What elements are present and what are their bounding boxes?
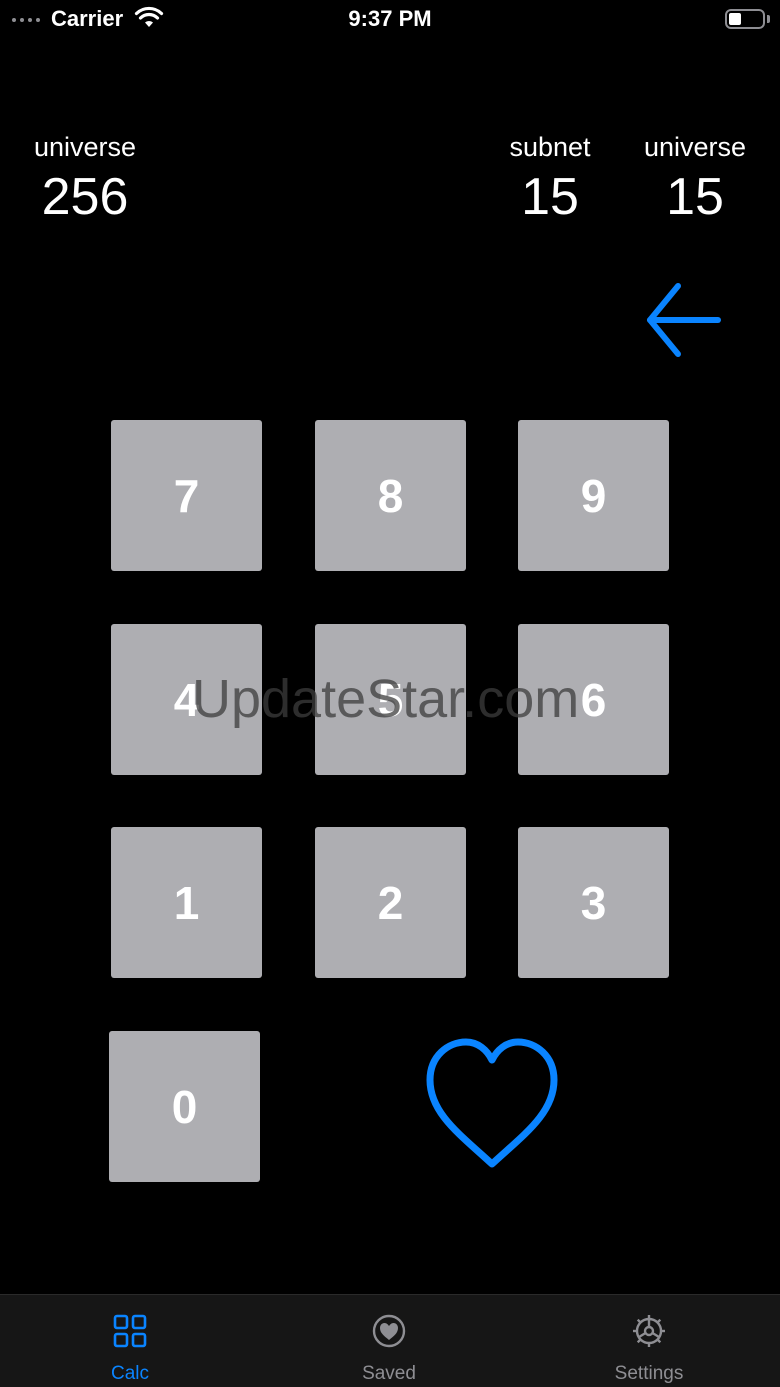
save-favorite-button[interactable] (422, 1036, 562, 1176)
key-4[interactable]: 4 (111, 624, 262, 775)
heart-circle-icon (372, 1314, 406, 1348)
arrow-left-icon (647, 283, 721, 357)
heart-icon (426, 1038, 558, 1168)
tab-settings-label: Settings (614, 1363, 684, 1384)
key-7-label: 7 (173, 469, 200, 522)
universe-total-value: 256 (41, 168, 129, 226)
key-9[interactable]: 9 (518, 420, 669, 571)
key-7[interactable]: 7 (111, 420, 262, 571)
tab-bar: Calc Saved Settings (0, 1294, 780, 1387)
tab-calc[interactable]: Calc (50, 1295, 210, 1387)
key-4-label: 4 (173, 673, 200, 726)
key-1-label: 1 (173, 876, 200, 929)
subnet-value: 15 (521, 168, 579, 226)
gear-icon (633, 1315, 665, 1347)
universe-total-readout: universe 256 (20, 132, 150, 227)
key-3[interactable]: 3 (518, 827, 669, 978)
key-6-label: 6 (580, 673, 607, 726)
key-8-label: 8 (377, 469, 404, 522)
tab-saved[interactable]: Saved (309, 1295, 469, 1387)
key-3-label: 3 (580, 876, 607, 929)
subnet-readout: subnet 15 (495, 132, 605, 227)
universe-readout: universe 15 (630, 132, 760, 227)
key-0-label: 0 (171, 1080, 198, 1133)
key-8[interactable]: 8 (315, 420, 466, 571)
battery-icon (725, 9, 765, 29)
key-2[interactable]: 2 (315, 827, 466, 978)
universe-label: universe (643, 132, 747, 162)
key-9-label: 9 (580, 469, 607, 522)
universe-total-label: universe (33, 132, 137, 162)
tab-saved-label: Saved (362, 1363, 416, 1384)
backspace-button[interactable] (642, 280, 726, 362)
grid-icon (113, 1314, 147, 1348)
universe-value: 15 (666, 168, 724, 226)
key-6[interactable]: 6 (518, 624, 669, 775)
subnet-label: subnet (509, 132, 591, 162)
tab-calc-label: Calc (110, 1363, 149, 1384)
status-bar: Carrier 9:37 PM (0, 0, 780, 40)
key-5[interactable]: 5 (315, 624, 466, 775)
status-time: 9:37 PM (348, 6, 432, 31)
battery-cap (767, 15, 770, 23)
tab-settings[interactable]: Settings (569, 1295, 729, 1387)
key-0[interactable]: 0 (109, 1031, 260, 1182)
key-1[interactable]: 1 (111, 827, 262, 978)
key-2-label: 2 (377, 876, 404, 929)
key-5-label: 5 (377, 673, 404, 726)
